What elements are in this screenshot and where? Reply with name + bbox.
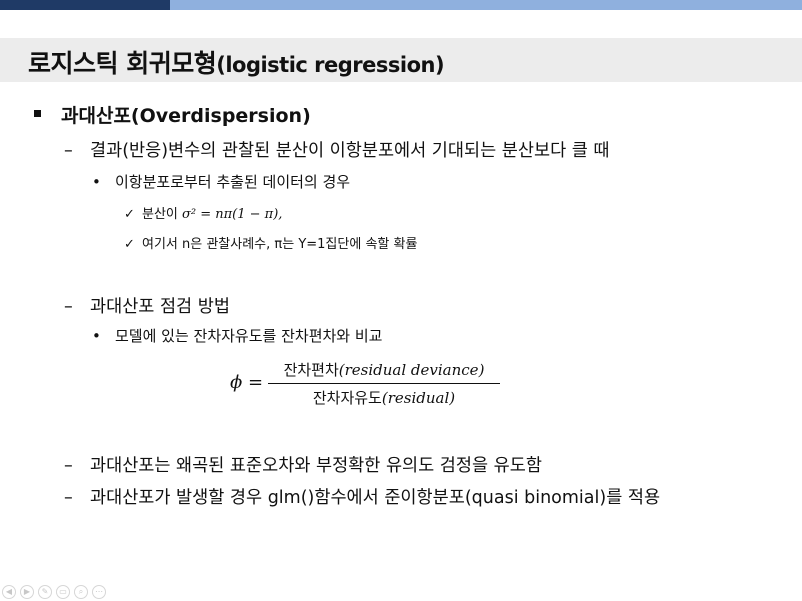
denominator-korean: 잔차자유도 xyxy=(312,389,382,407)
next-slide-icon[interactable]: ▶ xyxy=(20,585,34,599)
item-4: – 과대산포가 발생할 경우 glm()함수에서 준이항분포(quasi bino… xyxy=(64,484,660,509)
check-item-2-text: 여기서 n은 관찰사례수, π는 Y=1집단에 속할 확률 xyxy=(142,237,418,252)
item-4-text: 과대산포가 발생할 경우 glm()함수에서 준이항분포(quasi binom… xyxy=(90,488,661,508)
check-icon: ✓ xyxy=(124,237,135,252)
section-bullet-text: 과대산포(Overdispersion) xyxy=(61,105,311,127)
check-item-2: ✓ 여기서 n은 관찰사례수, π는 Y=1집단에 속할 확률 xyxy=(124,233,417,252)
item-1-text: 결과(반응)변수의 관찰된 분산이 이항분포에서 기대되는 분산보다 클 때 xyxy=(90,141,610,161)
item-1: – 결과(반응)변수의 관찰된 분산이 이항분포에서 기대되는 분산보다 클 때 xyxy=(64,137,610,162)
slideshow-controls: ◀ ▶ ✎ ▭ ⌕ ⋯ xyxy=(2,585,106,599)
formula-equals: = xyxy=(248,372,264,393)
item-1-sub-text: 이항분포로부터 추출된 데이터의 경우 xyxy=(115,173,351,191)
denominator-english: (residual) xyxy=(381,389,456,407)
formula-numerator: 잔차편차(residual deviance) xyxy=(268,359,500,380)
zoom-icon[interactable]: ⌕ xyxy=(74,585,88,599)
dispersion-formula: ϕ = 잔차편차(residual deviance) 잔차자유도(residu… xyxy=(230,359,520,411)
dash-icon: – xyxy=(64,456,73,476)
formula-phi: ϕ xyxy=(230,372,243,393)
check-item-1: ✓ 분산이 σ² = nπ(1 − π), xyxy=(124,203,282,222)
formula-denominator: 잔차자유도(residual) xyxy=(268,387,500,408)
check-icon: ✓ xyxy=(124,207,135,222)
fraction-bar xyxy=(268,383,500,384)
more-options-icon[interactable]: ⋯ xyxy=(92,585,106,599)
pen-icon[interactable]: ✎ xyxy=(38,585,52,599)
top-bar-dark xyxy=(0,0,170,10)
dash-icon: – xyxy=(64,297,73,317)
top-bar-light xyxy=(170,0,802,10)
item-2-sub-text: 모델에 있는 잔차자유도를 잔차편차와 비교 xyxy=(115,327,383,345)
item-3: – 과대산포는 왜곡된 표준오차와 부정확한 유의도 검정을 유도함 xyxy=(64,452,542,477)
numerator-english: (residual deviance) xyxy=(338,361,485,379)
item-2-sub: • 모델에 있는 잔차자유도를 잔차편차와 비교 xyxy=(92,325,382,346)
item-1-sub: • 이항분포로부터 추출된 데이터의 경우 xyxy=(92,171,350,192)
item-3-text: 과대산포는 왜곡된 표준오차와 부정확한 유의도 검정을 유도함 xyxy=(90,456,542,476)
slide-title-sub: (logistic regression) xyxy=(216,53,445,77)
slide-title: 로지스틱 회귀모형(logistic regression) xyxy=(28,44,445,80)
dot-bullet-icon: • xyxy=(92,327,101,345)
slides-icon[interactable]: ▭ xyxy=(56,585,70,599)
section-bullet: 과대산포(Overdispersion) xyxy=(34,101,311,128)
numerator-korean: 잔차편차 xyxy=(283,361,339,379)
dot-bullet-icon: • xyxy=(92,173,101,191)
dash-icon: – xyxy=(64,141,73,161)
slide-title-main: 로지스틱 회귀모형 xyxy=(28,49,217,78)
item-2-text: 과대산포 점검 방법 xyxy=(90,297,230,317)
dash-icon: – xyxy=(64,488,73,508)
check-item-1-prefix: 분산이 xyxy=(142,207,183,222)
previous-slide-icon[interactable]: ◀ xyxy=(2,585,16,599)
item-2: – 과대산포 점검 방법 xyxy=(64,293,230,318)
square-bullet-icon xyxy=(34,110,41,117)
variance-formula: σ² = nπ(1 − π), xyxy=(182,207,283,222)
